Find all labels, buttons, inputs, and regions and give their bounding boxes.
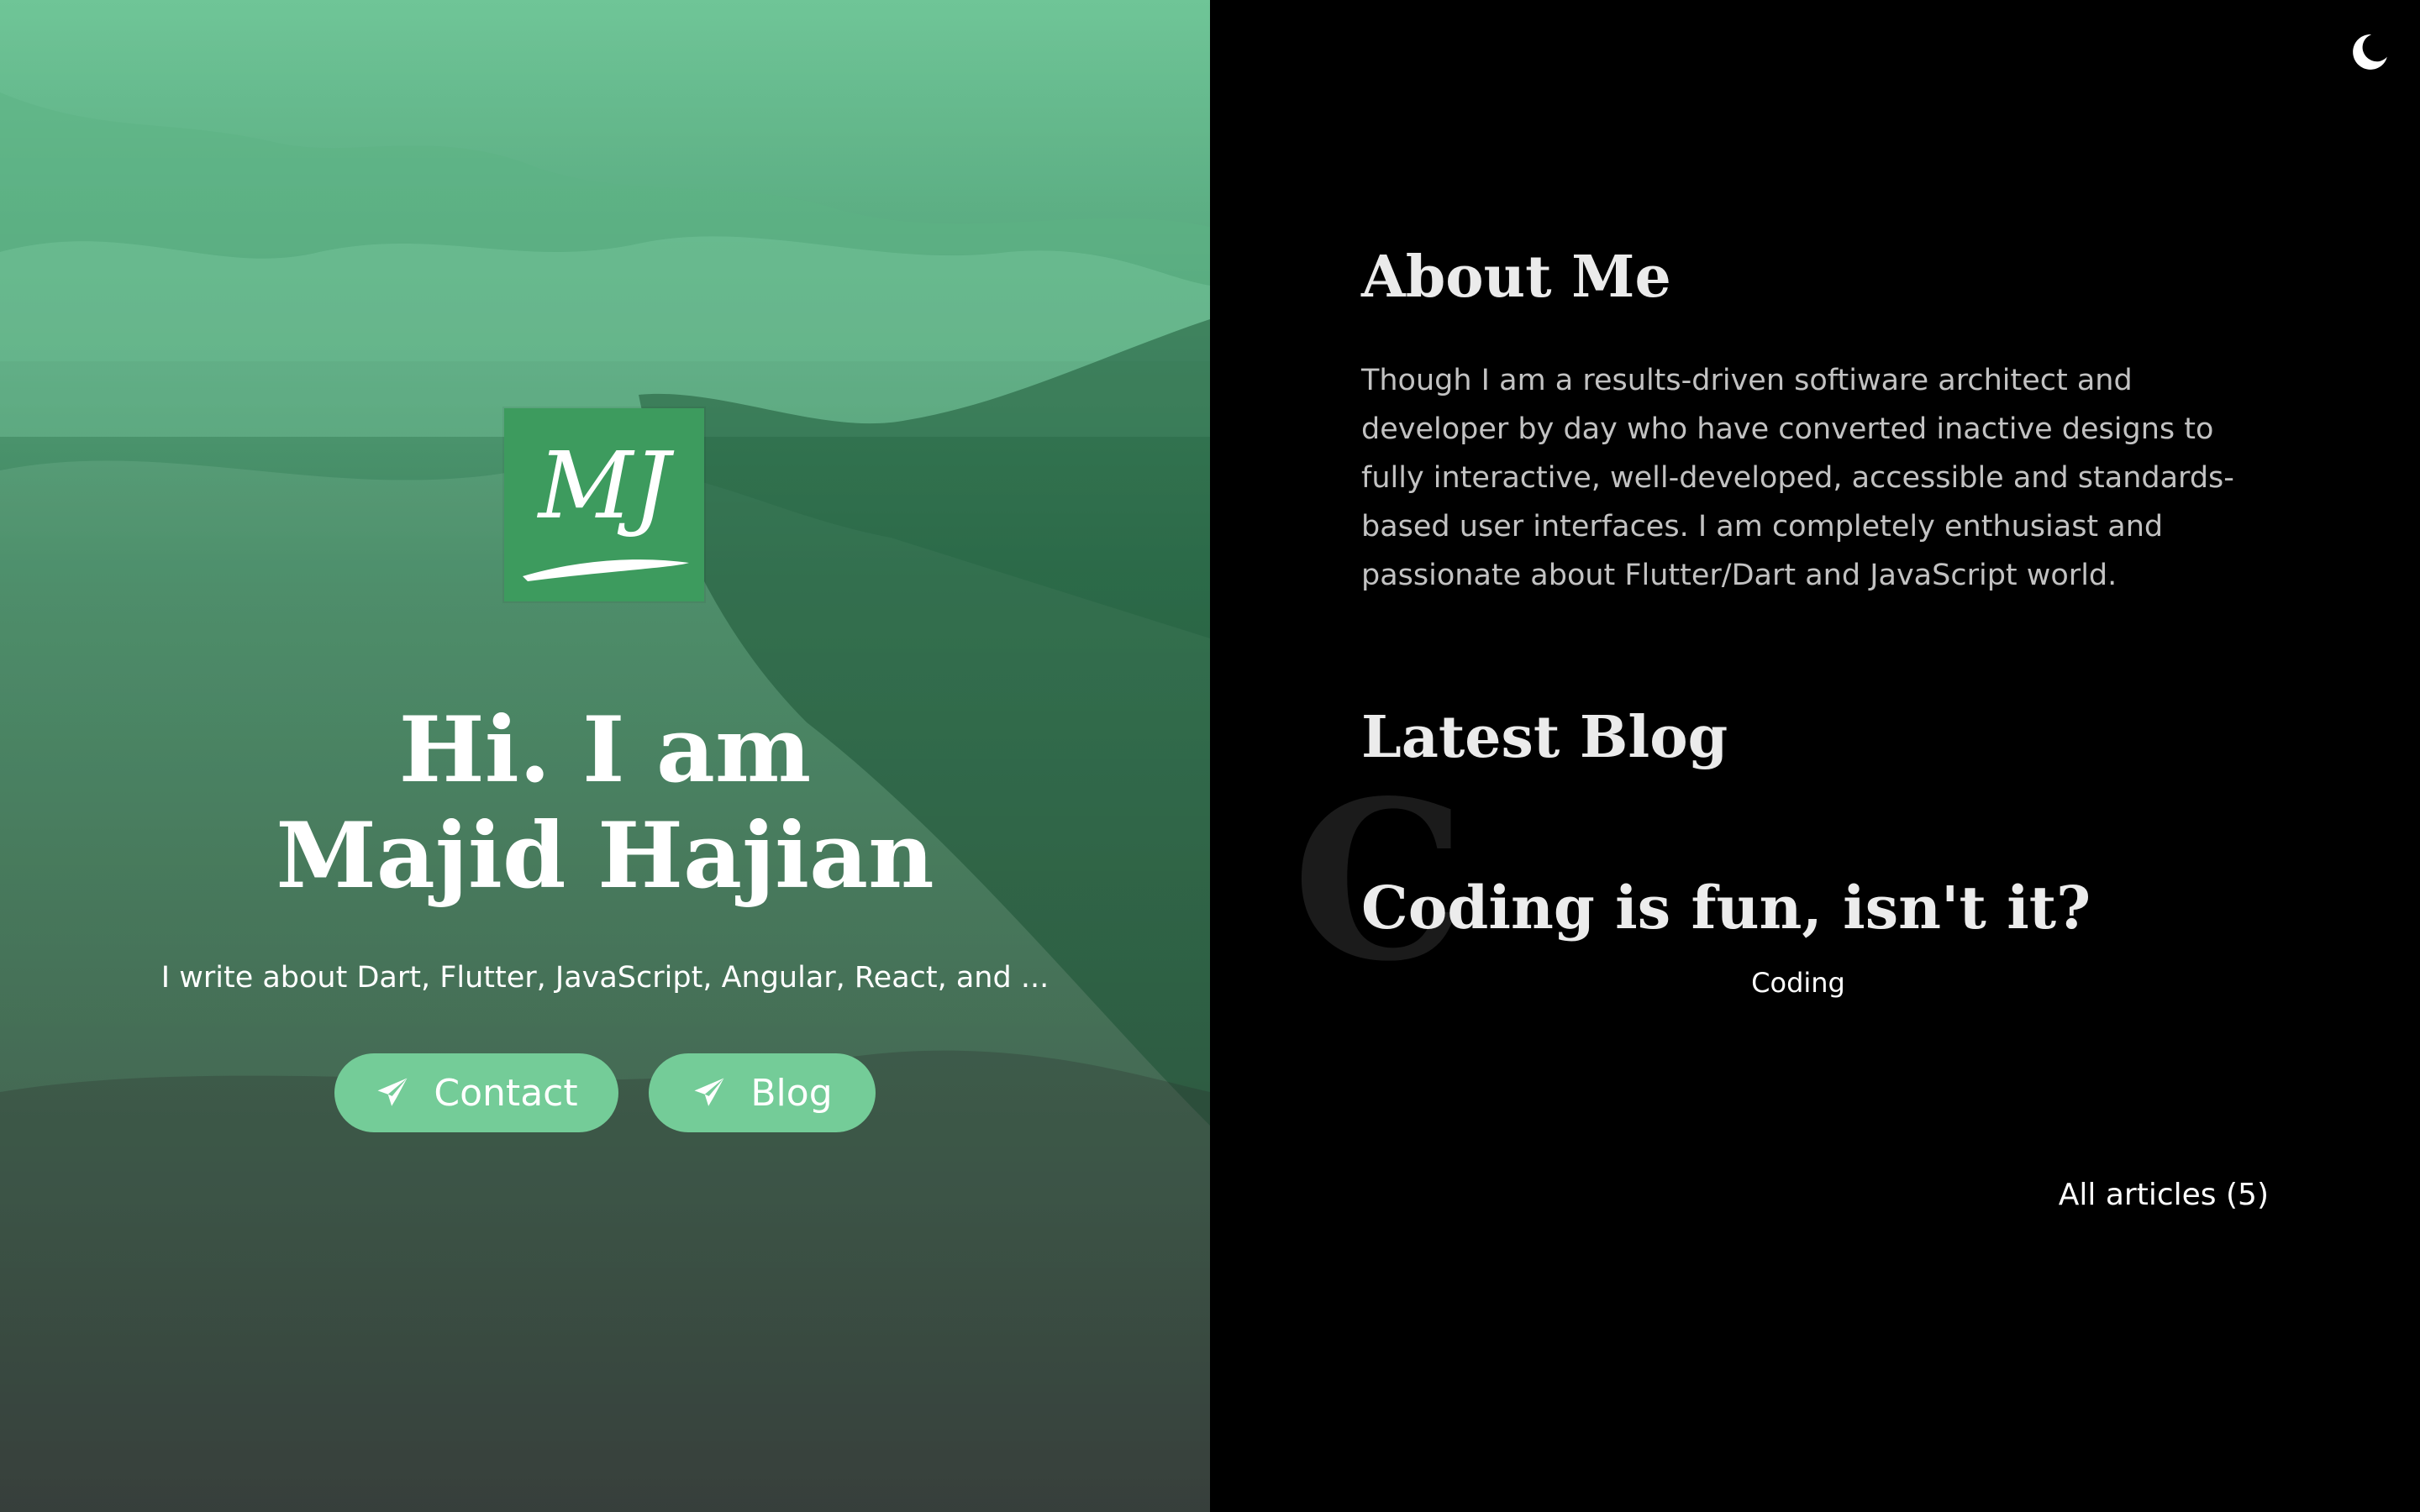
contact-button-label: Contact xyxy=(434,1071,578,1115)
paper-plane-icon xyxy=(694,1078,724,1106)
svg-text:MJ: MJ xyxy=(537,432,676,539)
blog-button-label: Blog xyxy=(750,1071,833,1115)
latest-post-category: Coding xyxy=(1751,967,1845,999)
all-articles-link[interactable]: All articles (5) xyxy=(2017,1174,2269,1216)
logo: MJ xyxy=(504,408,704,601)
moon-icon xyxy=(2353,34,2387,70)
blog-button[interactable]: Blog xyxy=(649,1053,876,1132)
hero-title: Hi. I am Majid Hajian xyxy=(0,697,1210,909)
about-heading: About Me xyxy=(1361,244,1671,311)
about-text: Though I am a results-driven softiware a… xyxy=(1361,364,2234,592)
hero-title-line-2: Majid Hajian xyxy=(276,803,934,909)
contact-button[interactable]: Contact xyxy=(334,1053,618,1132)
hero-panel: MJ Hi. I am Majid Hajian I write about D… xyxy=(0,0,1210,1512)
hero-subtitle: I write about Dart, Flutter, JavaScript,… xyxy=(160,961,1050,995)
mj-logo-icon: MJ xyxy=(523,432,689,581)
paper-plane-icon xyxy=(377,1078,408,1106)
theme-toggle-button[interactable] xyxy=(2349,30,2391,72)
latest-post-title-link[interactable]: Coding is fun, isn't it? xyxy=(1361,872,2091,944)
hero-title-line-1: Hi. I am xyxy=(398,697,812,803)
